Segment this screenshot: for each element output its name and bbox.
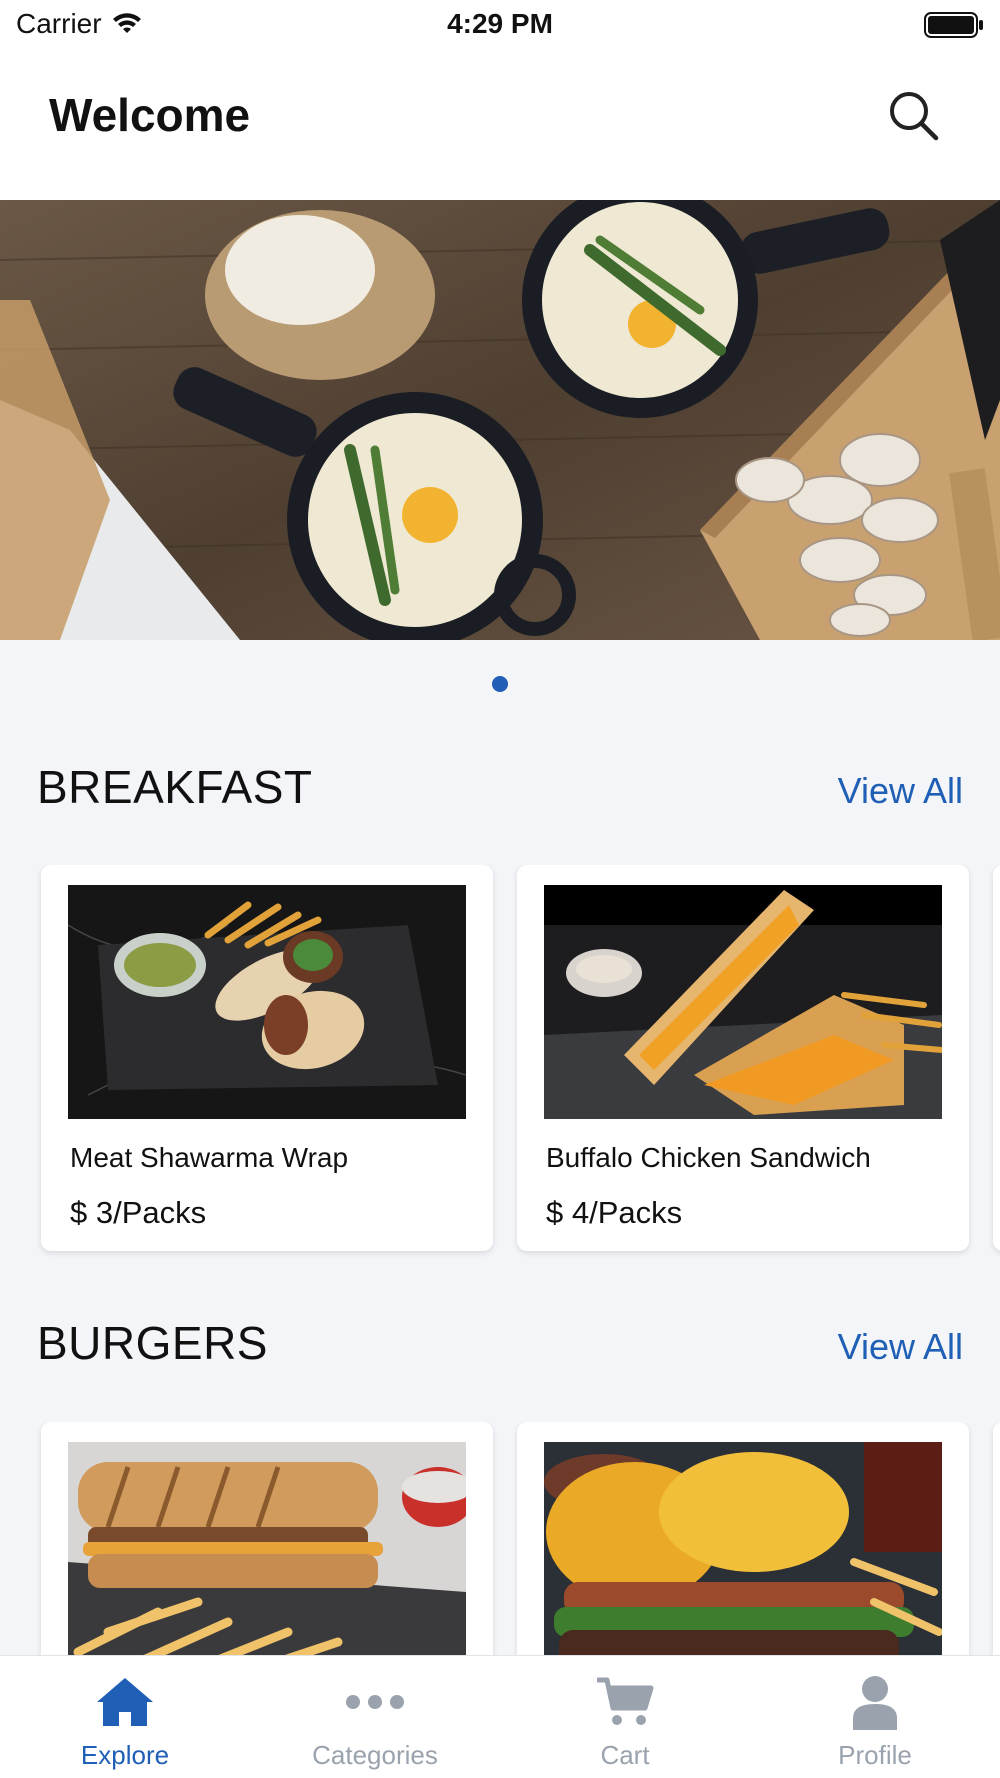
tab-categories[interactable]: Categories [250, 1656, 500, 1778]
tab-explore[interactable]: Explore [0, 1656, 250, 1778]
tab-profile[interactable]: Profile [750, 1656, 1000, 1778]
tab-label: Categories [312, 1740, 438, 1770]
pager-dot-active[interactable] [492, 676, 508, 692]
section-title-burgers: BURGERS [37, 1317, 268, 1369]
cheeseburger-image [544, 1442, 942, 1662]
search-icon [890, 92, 939, 141]
product-card-partial[interactable] [993, 1422, 1000, 1662]
bottom-nav: Explore Categories Cart Profile [0, 1655, 1000, 1778]
person-icon [853, 1676, 897, 1730]
promo-banner[interactable] [0, 200, 1000, 640]
product-image [544, 885, 942, 1119]
product-card[interactable]: Meat Shawarma Wrap $ 3/Packs [41, 865, 493, 1251]
home-icon [97, 1678, 153, 1726]
cart-icon [597, 1677, 654, 1725]
battery-icon [924, 12, 983, 38]
breakfast-card-row[interactable]: Meat Shawarma Wrap $ 3/Packs Buffalo Chi [0, 865, 1000, 1265]
section-title-breakfast: BREAKFAST [37, 761, 313, 813]
banner-pager[interactable] [0, 676, 1000, 692]
product-image [68, 1442, 466, 1662]
product-card[interactable] [517, 1422, 969, 1662]
product-image [68, 885, 466, 1119]
product-image [544, 1442, 942, 1662]
app-header: Welcome [0, 50, 1000, 200]
tab-label: Explore [80, 1740, 170, 1770]
tab-label: Profile [838, 1740, 912, 1770]
product-name: Buffalo Chicken Sandwich [546, 1142, 871, 1173]
view-all-burgers-link[interactable]: View All [838, 1326, 963, 1368]
grilled-burger-image [68, 1442, 466, 1662]
product-card-partial[interactable] [993, 865, 1000, 1251]
page-title: Welcome [49, 89, 251, 141]
shawarma-wrap-image [68, 885, 466, 1119]
tab-cart[interactable]: Cart [500, 1656, 750, 1778]
tab-label: Cart [600, 1740, 650, 1770]
banner-food-image [0, 200, 1000, 640]
product-card[interactable] [41, 1422, 493, 1662]
product-price: $ 3/Packs [70, 1195, 207, 1230]
more-dots-icon [346, 1695, 404, 1709]
burgers-card-row[interactable] [0, 1422, 1000, 1662]
status-bar: Carrier 4:29 PM [0, 0, 1000, 50]
view-all-breakfast-link[interactable]: View All [838, 770, 963, 812]
product-name: Meat Shawarma Wrap [70, 1142, 349, 1173]
chicken-sandwich-image [544, 885, 942, 1119]
search-button[interactable] [886, 88, 942, 144]
product-price: $ 4/Packs [546, 1195, 683, 1230]
status-time: 4:29 PM [447, 8, 553, 39]
product-card[interactable]: Buffalo Chicken Sandwich $ 4/Packs [517, 865, 969, 1251]
